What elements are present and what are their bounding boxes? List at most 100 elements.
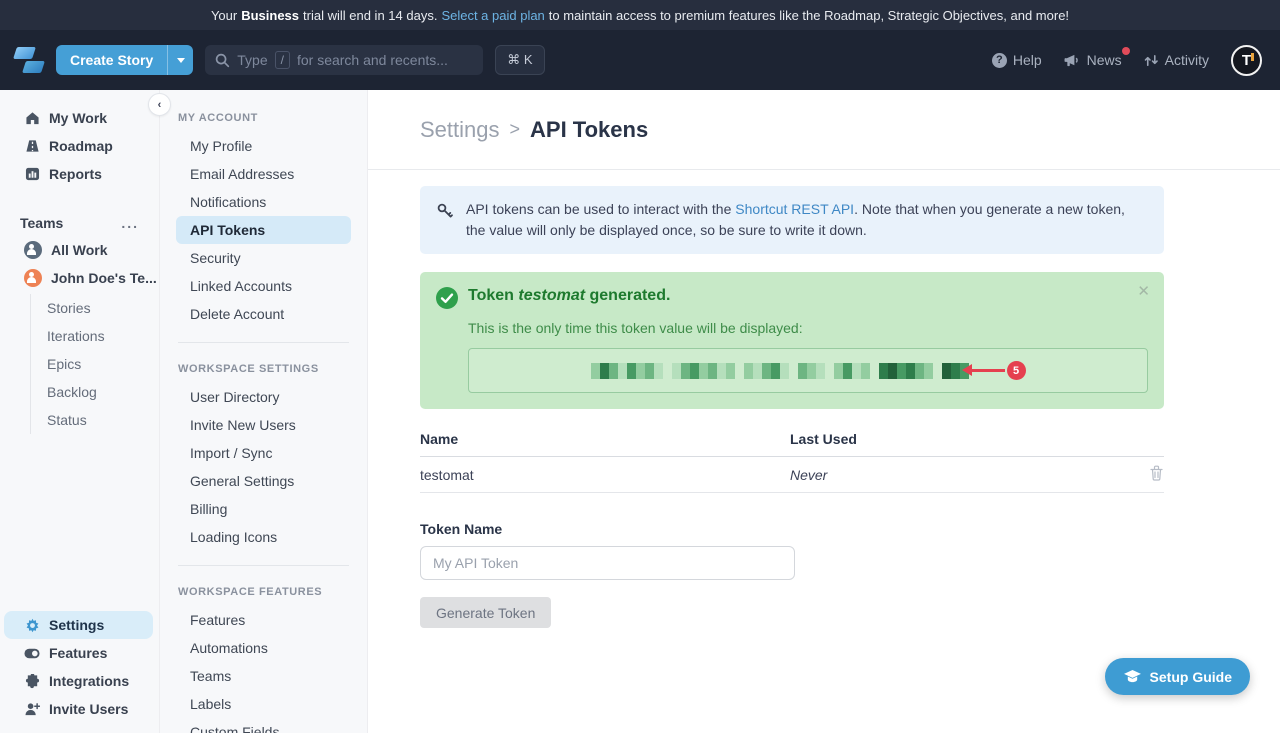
token-name-input[interactable] [420, 546, 795, 580]
shortcut-logo[interactable] [14, 45, 44, 75]
select-paid-plan-link[interactable]: Select a paid plan [441, 8, 544, 23]
sidebar-item-label: John Doe's Te... [51, 270, 157, 286]
breadcrumb: Settings > API Tokens [368, 90, 1280, 170]
banner-text-pre: Your [211, 8, 237, 23]
settings-nav-my-profile[interactable]: My Profile [176, 132, 351, 160]
annotation-arrow: 5 [971, 361, 1026, 380]
chevron-down-icon [177, 58, 185, 63]
token-value-redacted [591, 363, 969, 379]
graduation-cap-icon [1123, 669, 1142, 684]
settings-nav-automations[interactable]: Automations [176, 634, 351, 662]
settings-nav-email-addresses[interactable]: Email Addresses [176, 160, 351, 188]
main-content: Settings > API Tokens API tokens can be … [368, 90, 1280, 733]
token-name-emphasis: testomat [518, 287, 585, 304]
info-text-pre: API tokens can be used to interact with … [466, 201, 735, 217]
settings-nav-linked-accounts[interactable]: Linked Accounts [176, 272, 351, 300]
sidebar-item-label: Invite Users [49, 701, 128, 717]
settings-nav-notifications[interactable]: Notifications [176, 188, 351, 216]
sidebar-item-roadmap[interactable]: Roadmap [4, 132, 153, 160]
settings-nav-teams[interactable]: Teams [176, 662, 351, 690]
sidebar-item-label: Integrations [49, 673, 129, 689]
sidebar-item-integrations[interactable]: Integrations [4, 667, 153, 695]
search-prefix: Type [237, 52, 267, 68]
bar-chart-icon [24, 167, 40, 181]
activity-label: Activity [1165, 52, 1209, 68]
breadcrumb-separator: > [510, 119, 521, 140]
create-story-label[interactable]: Create Story [56, 45, 167, 75]
banner-text-mid: trial will end in 14 days. [303, 8, 437, 23]
team-avatar-icon [24, 269, 42, 287]
sidebar-item-invite-users[interactable]: Invite Users [4, 695, 153, 723]
sidebar-item-all-work[interactable]: All Work [4, 236, 153, 264]
setup-guide-label: Setup Guide [1150, 669, 1232, 685]
settings-nav-invite-new-users[interactable]: Invite New Users [176, 411, 351, 439]
settings-nav-general-settings[interactable]: General Settings [176, 467, 351, 495]
sidebar-item-epics[interactable]: Epics [31, 350, 153, 378]
sidebar-item-my-work[interactable]: My Work [4, 104, 153, 132]
search-placeholder: for search and recents... [297, 52, 448, 68]
search-input[interactable]: Type / for search and recents... [205, 45, 483, 75]
token-row-name: testomat [420, 467, 790, 483]
teams-more-menu[interactable]: ... [121, 215, 139, 231]
close-icon[interactable]: ✕ [1137, 282, 1150, 300]
activity-button[interactable]: Activity [1144, 52, 1209, 68]
settings-sidebar: MY ACCOUNT My Profile Email Addresses No… [160, 90, 368, 733]
settings-nav-security[interactable]: Security [176, 244, 351, 272]
help-button[interactable]: ? Help [992, 52, 1042, 68]
sidebar-collapse-button[interactable]: ‹ [148, 93, 171, 116]
cmd-k-shortcut[interactable]: ⌘ K [495, 45, 544, 75]
create-story-dropdown[interactable] [167, 45, 193, 75]
search-icon [215, 53, 230, 68]
settings-nav-loading-icons[interactable]: Loading Icons [176, 523, 351, 551]
generate-token-button[interactable]: Generate Token [420, 597, 551, 628]
breadcrumb-settings[interactable]: Settings [420, 117, 500, 143]
divider [178, 565, 349, 566]
sidebar-item-stories[interactable]: Stories [31, 294, 153, 322]
user-avatar[interactable]: T [1231, 45, 1262, 76]
token-generated-alert: ✕ Token testomat generated. This is the … [420, 272, 1164, 409]
settings-nav-billing[interactable]: Billing [176, 495, 351, 523]
news-button[interactable]: News [1064, 52, 1122, 68]
help-label: Help [1013, 52, 1042, 68]
sidebar-item-iterations[interactable]: Iterations [31, 322, 153, 350]
sidebar-item-settings[interactable]: Settings [4, 611, 153, 639]
sidebar-item-reports[interactable]: Reports [4, 160, 153, 188]
page-title: API Tokens [530, 117, 648, 143]
key-icon [436, 199, 456, 241]
token-name-label: Token Name [420, 521, 1164, 537]
teams-header-label: Teams [20, 215, 63, 231]
toggle-icon [24, 648, 40, 659]
sidebar-item-label: Reports [49, 166, 102, 182]
teams-section-header: Teams ... [0, 210, 153, 236]
settings-nav-features[interactable]: Features [176, 606, 351, 634]
gear-icon [24, 618, 40, 633]
shortcut-rest-api-link[interactable]: Shortcut REST API [735, 201, 854, 217]
news-label: News [1087, 52, 1122, 68]
setup-guide-button[interactable]: Setup Guide [1105, 658, 1250, 695]
settings-nav-custom-fields[interactable]: Custom Fields [176, 718, 351, 733]
banner-plan-name: Business [241, 8, 299, 23]
settings-nav-delete-account[interactable]: Delete Account [176, 300, 351, 328]
settings-nav-user-directory[interactable]: User Directory [176, 383, 351, 411]
sidebar-item-label: All Work [51, 242, 108, 258]
delete-token-button[interactable] [1149, 465, 1164, 484]
news-notification-dot [1122, 47, 1130, 55]
top-navbar: Create Story Type / for search and recen… [0, 30, 1280, 90]
sidebar-item-label: Features [49, 645, 107, 661]
settings-nav-labels[interactable]: Labels [176, 690, 351, 718]
sidebar-item-label: Roadmap [49, 138, 113, 154]
sidebar-item-features[interactable]: Features [4, 639, 153, 667]
generate-token-form: Token Name Generate Token [420, 521, 1164, 628]
token-row-last-used: Never [790, 467, 1149, 483]
sidebar-item-john-does-team[interactable]: John Doe's Te... [4, 264, 153, 292]
road-icon [24, 139, 40, 153]
home-icon [24, 111, 40, 125]
sidebar-item-backlog[interactable]: Backlog [31, 378, 153, 406]
sidebar-item-status[interactable]: Status [31, 406, 153, 434]
settings-nav-import-sync[interactable]: Import / Sync [176, 439, 351, 467]
check-circle-icon [436, 287, 458, 314]
settings-nav-api-tokens[interactable]: API Tokens [176, 216, 351, 244]
token-value-box: 5 [468, 348, 1148, 393]
slash-key-hint: / [275, 51, 290, 69]
create-story-button[interactable]: Create Story [56, 45, 193, 75]
